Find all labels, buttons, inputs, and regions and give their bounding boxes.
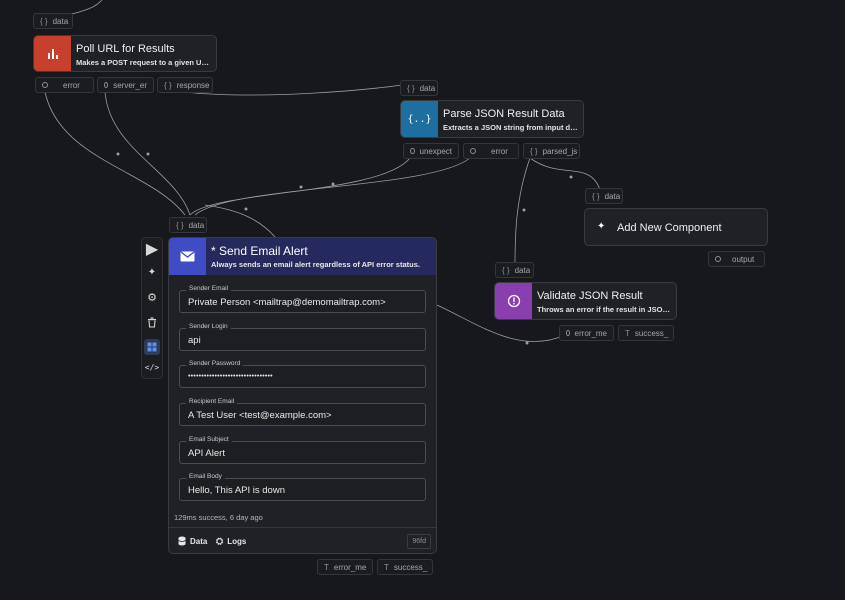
parse-input-data-chip[interactable]: { } data bbox=[400, 80, 438, 96]
parse-output-parsed-json[interactable]: { } parsed_js bbox=[523, 143, 580, 159]
braces-icon: { } bbox=[502, 265, 510, 275]
email-node-title: * Send Email Alert bbox=[211, 244, 308, 258]
parse-output-unexpected[interactable]: unexpect bbox=[403, 143, 459, 159]
run-status-text: 129ms success, 6 day ago bbox=[174, 513, 263, 522]
node-toolbar: ▶ ✦ ⚙ </> bbox=[141, 237, 163, 379]
text-type-icon: T bbox=[384, 562, 389, 572]
gear-icon[interactable]: ⚙ bbox=[144, 289, 160, 305]
poll-node-desc: Makes a POST request to a given UR... bbox=[76, 58, 211, 67]
add-input-data-chip[interactable]: { } data bbox=[585, 188, 623, 204]
email-body-field[interactable]: Email Body Hello, This API is down bbox=[179, 473, 426, 501]
sender-password-field[interactable]: Sender Password ••••••••••••••••••••••••… bbox=[179, 360, 426, 388]
circle-icon bbox=[104, 82, 109, 88]
poll-node-title: Poll URL for Results bbox=[76, 43, 175, 55]
text-type-icon: T bbox=[625, 328, 630, 338]
add-output-chip[interactable]: output bbox=[708, 251, 765, 267]
email-subject-field[interactable]: Email Subject API Alert bbox=[179, 436, 426, 464]
logs-icon: ⛭ bbox=[216, 536, 224, 546]
circle-icon bbox=[42, 82, 48, 88]
validate-output-success[interactable]: Tsuccess_ bbox=[618, 325, 674, 341]
braces-icon: { } bbox=[40, 16, 48, 26]
braces-icon: { } bbox=[164, 80, 172, 90]
parse-json-node[interactable]: {..} Parse JSON Result Data Extracts a J… bbox=[400, 100, 584, 138]
recipient-email-field[interactable]: Recipient Email A Test User <test@exampl… bbox=[179, 398, 426, 426]
database-icon bbox=[178, 536, 186, 546]
poll-input-data-chip[interactable]: { } data bbox=[33, 13, 73, 29]
poll-url-node[interactable]: Poll URL for Results Makes a POST reques… bbox=[33, 35, 217, 72]
text-type-icon: T bbox=[324, 562, 329, 572]
validate-json-node[interactable]: Validate JSON Result Throws an error if … bbox=[494, 282, 677, 320]
bar-chart-icon bbox=[34, 36, 71, 71]
validate-node-desc: Throws an error if the result in JSON i.… bbox=[537, 305, 672, 314]
alert-circle-icon bbox=[495, 283, 532, 319]
code-icon[interactable]: </> bbox=[144, 359, 160, 375]
poll-output-server-error[interactable]: server_er bbox=[97, 77, 154, 93]
parse-output-error[interactable]: error bbox=[463, 143, 519, 159]
email-output-success[interactable]: Tsuccess_ bbox=[377, 559, 433, 575]
email-node-header: * Send Email Alert Always sends an email… bbox=[169, 238, 436, 275]
sparkle-icon: ✦ bbox=[597, 221, 606, 232]
logs-button[interactable]: ⛭ Logs bbox=[216, 536, 246, 547]
validate-input-data-chip[interactable]: { } data bbox=[495, 262, 534, 278]
json-braces-icon: {..} bbox=[401, 101, 438, 137]
trash-icon[interactable] bbox=[144, 314, 160, 330]
mail-icon bbox=[169, 238, 206, 275]
add-component-title: Add New Component bbox=[617, 222, 722, 234]
parse-node-desc: Extracts a JSON string from input dat... bbox=[443, 123, 578, 132]
parse-node-title: Parse JSON Result Data bbox=[443, 108, 565, 120]
email-node-desc: Always sends an email alert regardless o… bbox=[211, 260, 420, 269]
data-button[interactable]: Data bbox=[178, 536, 207, 546]
braces-icon: { } bbox=[592, 191, 600, 201]
validate-output-error[interactable]: error_me bbox=[559, 325, 614, 341]
play-icon[interactable]: ▶ bbox=[144, 241, 160, 258]
circle-icon bbox=[410, 148, 415, 154]
send-email-node[interactable]: * Send Email Alert Always sends an email… bbox=[168, 237, 437, 554]
grid-icon[interactable] bbox=[144, 339, 160, 355]
circle-icon bbox=[715, 256, 721, 262]
divider bbox=[169, 527, 436, 528]
email-input-data-chip[interactable]: { } data bbox=[169, 217, 207, 233]
braces-icon: { } bbox=[530, 146, 538, 156]
poll-output-error[interactable]: error bbox=[35, 77, 94, 93]
braces-icon: { } bbox=[176, 220, 184, 230]
braces-icon: { } bbox=[407, 83, 415, 93]
circle-icon bbox=[566, 330, 570, 336]
circle-icon bbox=[470, 148, 476, 154]
sparkle-icon[interactable]: ✦ bbox=[144, 264, 160, 280]
validate-node-title: Validate JSON Result bbox=[537, 290, 643, 302]
sender-email-field[interactable]: Sender Email Private Person <mailtrap@de… bbox=[179, 285, 426, 313]
add-new-component-node[interactable]: ✦ Add New Component bbox=[584, 208, 768, 246]
poll-output-response[interactable]: { } response bbox=[157, 77, 213, 93]
email-output-error[interactable]: Terror_me bbox=[317, 559, 373, 575]
sender-login-field[interactable]: Sender Login api bbox=[179, 323, 426, 351]
node-id-badge: 96fd bbox=[407, 534, 431, 549]
